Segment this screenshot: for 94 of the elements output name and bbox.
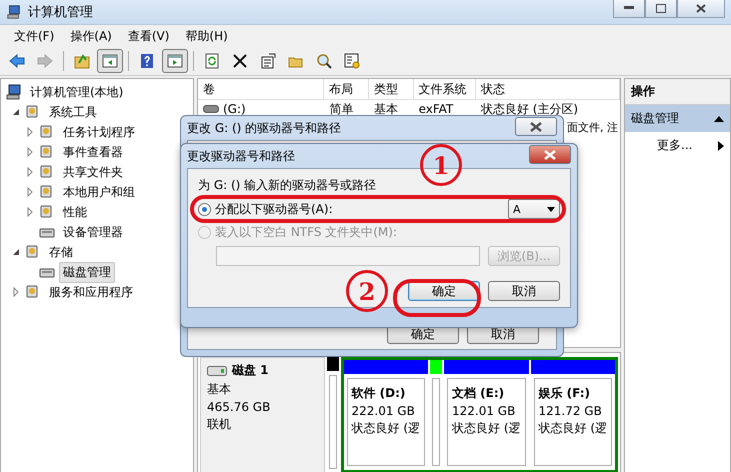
tree-item[interactable]: 服务和应用程序	[45, 282, 137, 302]
disk-status: 联机	[207, 416, 232, 433]
tree-item[interactable]: 存储	[45, 242, 77, 262]
computer-icon	[6, 4, 22, 20]
tree-item[interactable]: 计算机管理(本地)	[26, 82, 128, 102]
table-cell: 基本	[374, 100, 398, 118]
pane-toggle-icon	[166, 52, 184, 70]
folder-up-icon	[73, 52, 91, 70]
tree-item[interactable]: 本地用户和组	[59, 182, 139, 202]
radio-button[interactable]	[198, 202, 211, 216]
step-number-marker: 2	[346, 270, 388, 312]
search-icon	[315, 52, 333, 70]
pane-toggle-icon	[101, 52, 119, 70]
pane-toggle-button[interactable]	[97, 49, 123, 73]
refresh-icon	[203, 52, 221, 70]
properties-icon	[259, 52, 277, 70]
collapse-arrow-icon	[714, 116, 724, 122]
drive-letter-dropdown[interactable]: A	[508, 199, 560, 219]
delete-icon	[231, 52, 249, 70]
table-cell: 面文件, 注	[567, 120, 620, 134]
disk-size: 465.76 GB	[207, 400, 272, 414]
menu-item[interactable]: 帮助(H)	[177, 26, 236, 46]
minimize-button[interactable]	[613, 0, 645, 18]
partition-name: 软件 (D:)	[352, 385, 406, 402]
pane-toggle-button[interactable]	[162, 49, 188, 73]
close-icon	[696, 4, 706, 12]
collapse-arrow-icon[interactable]	[11, 107, 21, 117]
dialog-title: 更改驱动器号和路径	[187, 148, 295, 164]
back-arrow-icon	[8, 52, 26, 70]
close-button[interactable]	[677, 0, 725, 18]
dialog-button[interactable]: 取消	[488, 281, 560, 301]
dialog-prompt: 为 G: () 输入新的驱动器号或路径	[198, 177, 378, 194]
partition-status: 状态良好 (逻	[452, 420, 520, 437]
tree-item[interactable]: 设备管理器	[59, 222, 127, 242]
partition-size: 121.72 GB	[538, 404, 603, 418]
menu-item[interactable]: 操作(A)	[62, 26, 120, 46]
tree-item[interactable]: 系统工具	[45, 102, 101, 122]
expand-arrow-icon[interactable]	[25, 187, 35, 197]
expand-arrow-icon[interactable]	[25, 167, 35, 177]
partition-name: 娱乐 (F:)	[538, 385, 591, 402]
close-button[interactable]	[515, 117, 557, 136]
disk-type: 基本	[207, 381, 232, 398]
submenu-arrow-icon	[718, 140, 724, 150]
table-cell: (G:)	[223, 102, 246, 116]
computer-icon	[5, 83, 23, 101]
column-header[interactable]: 类型	[368, 79, 414, 99]
disk-name: 磁盘 1	[232, 362, 269, 379]
menu-item[interactable]: 查看(V)	[120, 26, 178, 46]
forward-arrow-icon	[36, 52, 54, 70]
extended-partition[interactable]: 软件 (D:) 222.01 GB 状态良好 (逻 文档 (E:) 122.01 GB 状态良好 (逻 娱乐 (F:) 121.72 GB 状态良好 (逻	[340, 357, 618, 472]
drive-icon	[203, 105, 219, 113]
column-header[interactable]: 状态	[476, 79, 620, 99]
column-header[interactable]: 文件系统	[414, 79, 476, 99]
partition-block[interactable]: 娱乐 (F:) 121.72 GB 状态良好 (逻	[534, 378, 612, 466]
tree-item[interactable]: 共享文件夹	[59, 162, 127, 182]
table-cell: exFAT	[418, 102, 454, 116]
folder-path-field[interactable]	[216, 246, 480, 266]
partition-name: 文档 (E:)	[452, 385, 506, 402]
column-header[interactable]: 卷	[198, 79, 324, 99]
step-number-marker: 1	[420, 144, 462, 186]
close-icon	[544, 150, 556, 160]
partition-block[interactable]: 软件 (D:) 222.01 GB 状态良好 (逻	[346, 378, 425, 466]
partition-block[interactable]: 文档 (E:) 122.01 GB 状态良好 (逻	[447, 378, 526, 466]
collapse-arrow-icon[interactable]	[11, 247, 21, 257]
expand-arrow-icon[interactable]	[25, 127, 35, 137]
tree-item[interactable]: 性能	[59, 202, 91, 222]
column-header[interactable]: 布局	[324, 79, 369, 99]
tree-item[interactable]: 磁盘管理	[59, 262, 115, 282]
actions-header: 操作	[625, 79, 730, 105]
close-icon	[530, 122, 542, 132]
table-cell: 状态良好 (主分区)	[480, 100, 578, 118]
close-button[interactable]	[529, 145, 571, 164]
dropdown-arrow-icon	[547, 206, 555, 212]
window-title: 计算机管理	[28, 4, 93, 21]
maximize-button[interactable]	[645, 0, 677, 18]
menu-item[interactable]: 文件(F)	[6, 26, 62, 46]
expand-arrow-icon[interactable]	[25, 207, 35, 217]
maximize-icon	[656, 4, 666, 12]
actions-section[interactable]: 磁盘管理	[625, 105, 730, 132]
action-link[interactable]: 更多...	[625, 132, 730, 159]
dialog-title: 更改 G: () 的驱动器号和路径	[187, 120, 342, 136]
expand-arrow-icon[interactable]	[25, 147, 35, 157]
partition-size: 122.01 GB	[452, 404, 516, 418]
tree-item[interactable]: 事件查看器	[59, 142, 127, 162]
unallocated-partition[interactable]	[326, 357, 338, 472]
tree-item[interactable]: 任务计划程序	[59, 122, 139, 142]
partition-size: 222.01 GB	[352, 404, 416, 418]
minimize-icon	[624, 6, 634, 10]
help-icon	[138, 52, 156, 70]
table-cell: 简单	[329, 100, 354, 118]
expand-arrow-icon[interactable]	[11, 287, 21, 297]
partition-status: 状态良好 (逻	[352, 420, 420, 437]
partition-status: 状态良好 (逻	[538, 420, 607, 437]
radio-label[interactable]: 分配以下驱动器号(A):	[215, 200, 333, 218]
